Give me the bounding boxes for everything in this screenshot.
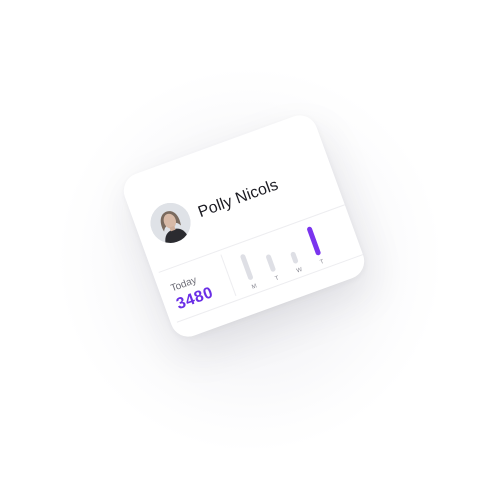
bar — [306, 226, 322, 256]
bar — [239, 253, 254, 281]
bar-column: W — [287, 251, 308, 274]
avatar[interactable] — [144, 197, 197, 249]
profile-name: Polly Nicols — [195, 176, 281, 222]
bar-column: T — [306, 226, 330, 266]
bar-label: W — [295, 266, 304, 275]
avatar-photo-icon — [144, 197, 197, 249]
weekly-bar-chart: M T W T — [228, 210, 349, 296]
bar-label: M — [251, 283, 258, 291]
bar-label: T — [274, 275, 280, 283]
canvas: Polly Nicols Today 3480 MTWT — [0, 0, 497, 496]
bar — [289, 251, 299, 265]
bar-column: M — [239, 253, 262, 291]
bar-column: T — [264, 253, 285, 282]
bar — [265, 253, 277, 273]
bar-label: T — [319, 259, 325, 266]
